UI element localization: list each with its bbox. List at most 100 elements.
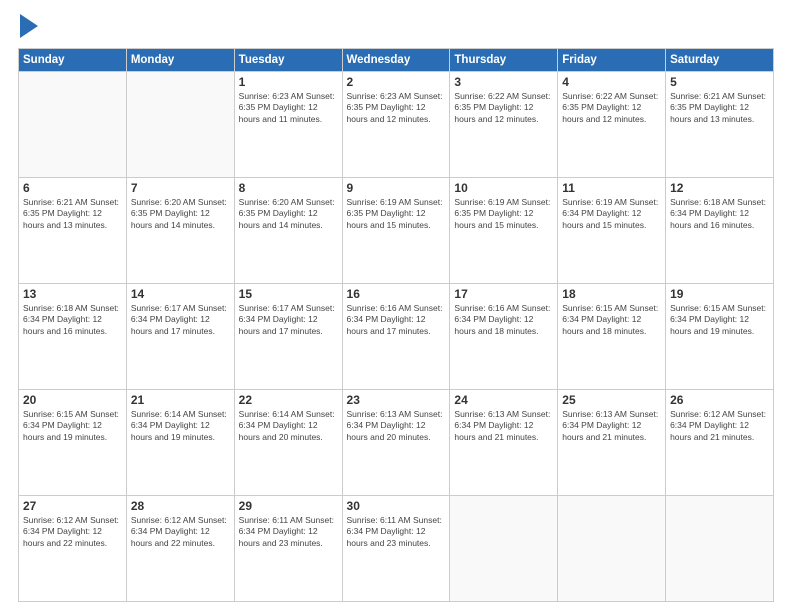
calendar-cell: 2 Sunrise: 6:23 AM Sunset: 6:35 PM Daylig… [342,72,450,178]
calendar-cell [558,496,666,602]
calendar-cell: 10 Sunrise: 6:19 AM Sunset: 6:35 PM Dayli… [450,178,558,284]
day-info: Sunrise: 6:13 AM Sunset: 6:34 PM Dayligh… [454,409,553,443]
day-info: Sunrise: 6:11 AM Sunset: 6:34 PM Dayligh… [239,515,338,549]
calendar-cell: 25 Sunrise: 6:13 AM Sunset: 6:34 PM Dayli… [558,390,666,496]
day-info: Sunrise: 6:20 AM Sunset: 6:35 PM Dayligh… [239,197,338,231]
day-info: Sunrise: 6:15 AM Sunset: 6:34 PM Dayligh… [562,303,661,337]
calendar-cell [666,496,774,602]
calendar-cell: 11 Sunrise: 6:19 AM Sunset: 6:34 PM Dayli… [558,178,666,284]
day-info: Sunrise: 6:20 AM Sunset: 6:35 PM Dayligh… [131,197,230,231]
day-header-monday: Monday [126,49,234,72]
calendar-cell: 26 Sunrise: 6:12 AM Sunset: 6:34 PM Dayli… [666,390,774,496]
day-number: 23 [347,393,446,407]
calendar-week-5: 27 Sunrise: 6:12 AM Sunset: 6:34 PM Dayli… [19,496,774,602]
calendar-cell: 30 Sunrise: 6:11 AM Sunset: 6:34 PM Dayli… [342,496,450,602]
calendar-week-2: 6Sunrise: 6:21 AM Sunset: 6:35 PM Daylig… [19,178,774,284]
day-info: Sunrise: 6:12 AM Sunset: 6:34 PM Dayligh… [131,515,230,549]
day-info: Sunrise: 6:17 AM Sunset: 6:34 PM Dayligh… [239,303,338,337]
calendar-cell: 28 Sunrise: 6:12 AM Sunset: 6:34 PM Dayli… [126,496,234,602]
calendar-week-3: 13Sunrise: 6:18 AM Sunset: 6:34 PM Dayli… [19,284,774,390]
day-number: 11 [562,181,661,195]
calendar-cell: 8Sunrise: 6:20 AM Sunset: 6:35 PM Daylig… [234,178,342,284]
calendar-cell: 5Sunrise: 6:21 AM Sunset: 6:35 PM Daylig… [666,72,774,178]
day-header-tuesday: Tuesday [234,49,342,72]
calendar-cell: 18Sunrise: 6:15 AM Sunset: 6:34 PM Dayli… [558,284,666,390]
calendar-cell: 14 Sunrise: 6:17 AM Sunset: 6:34 PM Dayli… [126,284,234,390]
calendar-cell: 17 Sunrise: 6:16 AM Sunset: 6:34 PM Dayli… [450,284,558,390]
logo [18,18,38,38]
calendar-table: SundayMondayTuesdayWednesdayThursdayFrid… [18,48,774,602]
day-info: Sunrise: 6:14 AM Sunset: 6:34 PM Dayligh… [131,409,230,443]
calendar-cell [126,72,234,178]
calendar-cell: 3 Sunrise: 6:22 AM Sunset: 6:35 PM Daylig… [450,72,558,178]
calendar-week-4: 20 Sunrise: 6:15 AM Sunset: 6:34 PM Dayli… [19,390,774,496]
day-number: 19 [670,287,769,301]
day-number: 24 [454,393,553,407]
day-info: Sunrise: 6:14 AM Sunset: 6:34 PM Dayligh… [239,409,338,443]
logo-icon [20,14,38,38]
day-header-wednesday: Wednesday [342,49,450,72]
calendar-cell [450,496,558,602]
day-number: 29 [239,499,338,513]
day-header-thursday: Thursday [450,49,558,72]
day-info: Sunrise: 6:19 AM Sunset: 6:35 PM Dayligh… [454,197,553,231]
day-number: 25 [562,393,661,407]
day-info: Sunrise: 6:15 AM Sunset: 6:34 PM Dayligh… [670,303,769,337]
day-info: Sunrise: 6:23 AM Sunset: 6:35 PM Dayligh… [347,91,446,125]
day-number: 6 [23,181,122,195]
calendar-week-1: 1 Sunrise: 6:23 AM Sunset: 6:35 PM Daylig… [19,72,774,178]
day-info: Sunrise: 6:17 AM Sunset: 6:34 PM Dayligh… [131,303,230,337]
calendar-cell: 9 Sunrise: 6:19 AM Sunset: 6:35 PM Daylig… [342,178,450,284]
day-info: Sunrise: 6:16 AM Sunset: 6:34 PM Dayligh… [454,303,553,337]
calendar-cell [19,72,127,178]
day-number: 17 [454,287,553,301]
day-info: Sunrise: 6:19 AM Sunset: 6:34 PM Dayligh… [562,197,661,231]
calendar-header-row: SundayMondayTuesdayWednesdayThursdayFrid… [19,49,774,72]
calendar-cell: 22 Sunrise: 6:14 AM Sunset: 6:34 PM Dayli… [234,390,342,496]
day-number: 10 [454,181,553,195]
calendar-cell: 16 Sunrise: 6:16 AM Sunset: 6:34 PM Dayli… [342,284,450,390]
day-number: 21 [131,393,230,407]
calendar-cell: 13Sunrise: 6:18 AM Sunset: 6:34 PM Dayli… [19,284,127,390]
calendar-cell: 6Sunrise: 6:21 AM Sunset: 6:35 PM Daylig… [19,178,127,284]
day-number: 5 [670,75,769,89]
day-info: Sunrise: 6:13 AM Sunset: 6:34 PM Dayligh… [562,409,661,443]
day-number: 26 [670,393,769,407]
header [18,18,774,38]
day-info: Sunrise: 6:16 AM Sunset: 6:34 PM Dayligh… [347,303,446,337]
day-info: Sunrise: 6:11 AM Sunset: 6:34 PM Dayligh… [347,515,446,549]
day-info: Sunrise: 6:19 AM Sunset: 6:35 PM Dayligh… [347,197,446,231]
day-number: 27 [23,499,122,513]
day-number: 22 [239,393,338,407]
day-info: Sunrise: 6:18 AM Sunset: 6:34 PM Dayligh… [23,303,122,337]
day-number: 14 [131,287,230,301]
calendar-cell: 15 Sunrise: 6:17 AM Sunset: 6:34 PM Dayli… [234,284,342,390]
day-number: 1 [239,75,338,89]
day-number: 16 [347,287,446,301]
day-number: 4 [562,75,661,89]
calendar-cell: 20 Sunrise: 6:15 AM Sunset: 6:34 PM Dayli… [19,390,127,496]
day-number: 20 [23,393,122,407]
calendar-cell: 19 Sunrise: 6:15 AM Sunset: 6:34 PM Dayli… [666,284,774,390]
day-number: 30 [347,499,446,513]
calendar-cell: 24 Sunrise: 6:13 AM Sunset: 6:34 PM Dayli… [450,390,558,496]
day-number: 3 [454,75,553,89]
day-header-sunday: Sunday [19,49,127,72]
calendar-cell: 4 Sunrise: 6:22 AM Sunset: 6:35 PM Daylig… [558,72,666,178]
day-info: Sunrise: 6:22 AM Sunset: 6:35 PM Dayligh… [454,91,553,125]
day-info: Sunrise: 6:12 AM Sunset: 6:34 PM Dayligh… [23,515,122,549]
day-info: Sunrise: 6:23 AM Sunset: 6:35 PM Dayligh… [239,91,338,125]
day-number: 2 [347,75,446,89]
calendar-cell: 12Sunrise: 6:18 AM Sunset: 6:34 PM Dayli… [666,178,774,284]
day-info: Sunrise: 6:15 AM Sunset: 6:34 PM Dayligh… [23,409,122,443]
day-header-saturday: Saturday [666,49,774,72]
calendar-cell: 23 Sunrise: 6:13 AM Sunset: 6:34 PM Dayli… [342,390,450,496]
day-number: 9 [347,181,446,195]
day-info: Sunrise: 6:12 AM Sunset: 6:34 PM Dayligh… [670,409,769,443]
calendar-cell: 27 Sunrise: 6:12 AM Sunset: 6:34 PM Dayli… [19,496,127,602]
day-number: 15 [239,287,338,301]
day-info: Sunrise: 6:13 AM Sunset: 6:34 PM Dayligh… [347,409,446,443]
calendar-cell: 1 Sunrise: 6:23 AM Sunset: 6:35 PM Daylig… [234,72,342,178]
day-number: 28 [131,499,230,513]
day-info: Sunrise: 6:22 AM Sunset: 6:35 PM Dayligh… [562,91,661,125]
